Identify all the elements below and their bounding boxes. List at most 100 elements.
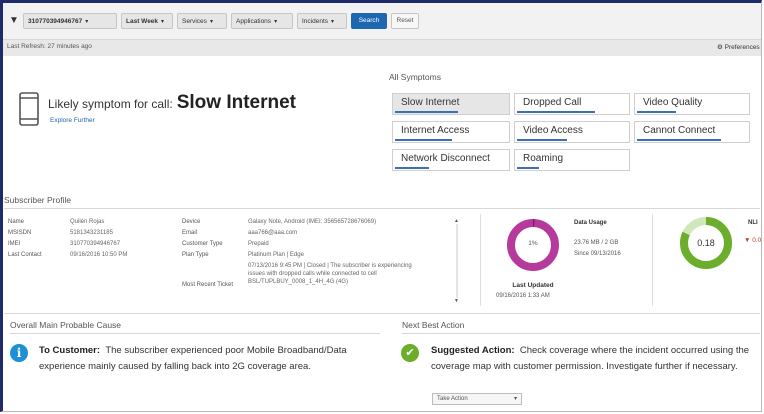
chevron-down-icon: ▾ (331, 19, 335, 25)
profile-key: Most Recent Ticket (182, 282, 234, 288)
services-value: Services (182, 18, 207, 25)
down-arrow-icon: ▼ (744, 237, 751, 244)
symptom-button[interactable]: Internet Access (392, 121, 510, 143)
symptom-button[interactable]: Video Access (514, 121, 630, 143)
symptom-label: Video Access (523, 125, 583, 136)
profile-value: aaa766@aaa.com (248, 230, 298, 236)
usage-percent: 1% (528, 240, 538, 247)
symptom-button[interactable]: Video Quality (634, 93, 750, 115)
symptom-level-bar (517, 111, 595, 113)
suggested-action-text: Suggested Action: Check coverage where t… (431, 343, 763, 375)
symptom-level-bar (395, 139, 452, 141)
take-action-label: Take Action (437, 396, 468, 402)
profile-value: Prepaid (248, 241, 269, 247)
profile-key: Name (8, 219, 25, 225)
nli-title: NLI (748, 220, 758, 226)
symptom-level-bar (517, 167, 539, 169)
divider (10, 333, 380, 334)
nli-value: 0.18 (697, 238, 715, 248)
chevron-down-icon: ▾ (85, 19, 89, 25)
next-best-action-title: Next Best Action (402, 320, 465, 330)
symptom-level-bar (395, 167, 429, 169)
divider (4, 313, 760, 314)
symptom-button[interactable]: Slow Internet (392, 93, 510, 115)
all-symptoms-title: All Symptoms (389, 72, 441, 82)
phone-icon (19, 92, 39, 126)
likely-symptom: Likely symptom for call: Slow Internet (48, 92, 296, 114)
probable-cause-title: Overall Main Probable Cause (10, 320, 122, 330)
services-dropdown[interactable]: Services ▾ (177, 13, 227, 29)
applications-dropdown[interactable]: Applications ▾ (231, 13, 293, 29)
symptom-button[interactable]: Dropped Call (514, 93, 630, 115)
profile-key: Customer Type (182, 241, 223, 247)
explore-further-link[interactable]: Explore Further (50, 117, 95, 124)
data-usage-since: Since 09/13/2016 (574, 251, 621, 257)
info-icon: i (10, 344, 28, 362)
symptom-label: Internet Access (401, 125, 470, 136)
chevron-down-icon: ▾ (513, 396, 517, 402)
nli-indicator: ▼ 0.0 (744, 237, 761, 244)
divider (652, 214, 653, 306)
filter-bar: ▼ 310770394946767 ▾ Last Week ▾ Services ▾ … (3, 3, 761, 40)
divider (4, 208, 760, 209)
data-usage-amount: 23.76 MB / 2 GB (574, 240, 619, 246)
data-usage-title: Data Usage (574, 220, 607, 226)
chevron-down-icon: ▾ (274, 19, 278, 25)
profile-value: Galaxy Note, Android (IMEI: 356565728676… (248, 219, 377, 225)
symptom-button[interactable]: Network Disconnect (392, 149, 510, 171)
profile-key: Device (182, 219, 201, 225)
divider (480, 214, 481, 306)
period-dropdown[interactable]: Last Week ▾ (121, 13, 173, 29)
symptom-level-bar (637, 111, 676, 113)
symptom-label: Network Disconnect (401, 153, 490, 164)
take-action-dropdown[interactable]: Take Action ▾ (432, 393, 522, 405)
refresh-bar: Last Refresh: 27 minutes ago ⚙ Preferenc… (3, 40, 761, 56)
scroll-down-icon[interactable]: ▼ (454, 298, 459, 304)
search-button[interactable]: Search (351, 13, 387, 29)
checkmark-icon: ✔ (401, 344, 419, 362)
symptom-level-bar (637, 139, 721, 141)
symptom-label: Cannot Connect (643, 125, 716, 136)
profile-value: Platinum Plan | Edge (248, 252, 304, 258)
incidents-value: Incidents (302, 18, 329, 25)
filter-icon[interactable]: ▼ (9, 15, 19, 26)
scroll-track[interactable] (456, 224, 458, 298)
msisdn-value: 310770394946767 (28, 18, 83, 25)
symptom-label: Slow Internet (401, 97, 460, 108)
symptom-button[interactable]: Roaming (514, 149, 630, 171)
preferences-link[interactable]: ⚙ Preferences (717, 43, 760, 51)
divider (402, 333, 760, 334)
chevron-down-icon: ▾ (209, 19, 213, 25)
profile-key: IMEI (8, 241, 21, 247)
msisdn-dropdown[interactable]: 310770394946767 ▾ (23, 13, 117, 29)
gear-icon: ⚙ (717, 44, 723, 51)
action-lead: Suggested Action: (431, 345, 515, 356)
profile-value: 5181343231185 (70, 230, 113, 236)
profile-key: MSISDN (8, 230, 32, 236)
profile-scrollbar[interactable]: ▲ ▼ (454, 218, 460, 304)
cause-lead: To Customer: (39, 345, 101, 356)
last-updated-value: 09/16/2016 1:33 AM (496, 293, 550, 299)
symptom-label: Roaming (523, 153, 564, 164)
period-value: Last Week (126, 18, 159, 25)
profile-value: Quilén Rojas (70, 219, 105, 225)
applications-value: Applications (236, 18, 272, 25)
nli-indicator-value: 0.0 (752, 237, 762, 244)
profile-value: 310770394946767 (70, 241, 121, 247)
probable-cause-text: To Customer: The subscriber experienced … (39, 343, 369, 375)
symptom-level-bar (395, 111, 458, 113)
incidents-dropdown[interactable]: Incidents ▾ (297, 13, 347, 29)
symptom-label: Video Quality (643, 97, 703, 108)
likely-symptom-prefix: Likely symptom for call: (48, 97, 173, 111)
symptom-button[interactable]: Cannot Connect (634, 121, 750, 143)
subscriber-profile-title: Subscriber Profile (4, 195, 72, 205)
reset-button[interactable]: Reset (391, 13, 419, 29)
chevron-down-icon: ▾ (161, 19, 165, 25)
profile-key: Plan Type (182, 252, 209, 258)
likely-symptom-value: Slow Internet (176, 92, 296, 113)
symptom-level-bar (517, 139, 567, 141)
recent-ticket-value: 07/13/2016 9:45 PM | Closed | The subscr… (248, 263, 412, 285)
profile-key: Last Contact (8, 252, 42, 258)
preferences-label: Preferences (724, 44, 760, 51)
last-updated-label: Last Updated (512, 282, 554, 289)
